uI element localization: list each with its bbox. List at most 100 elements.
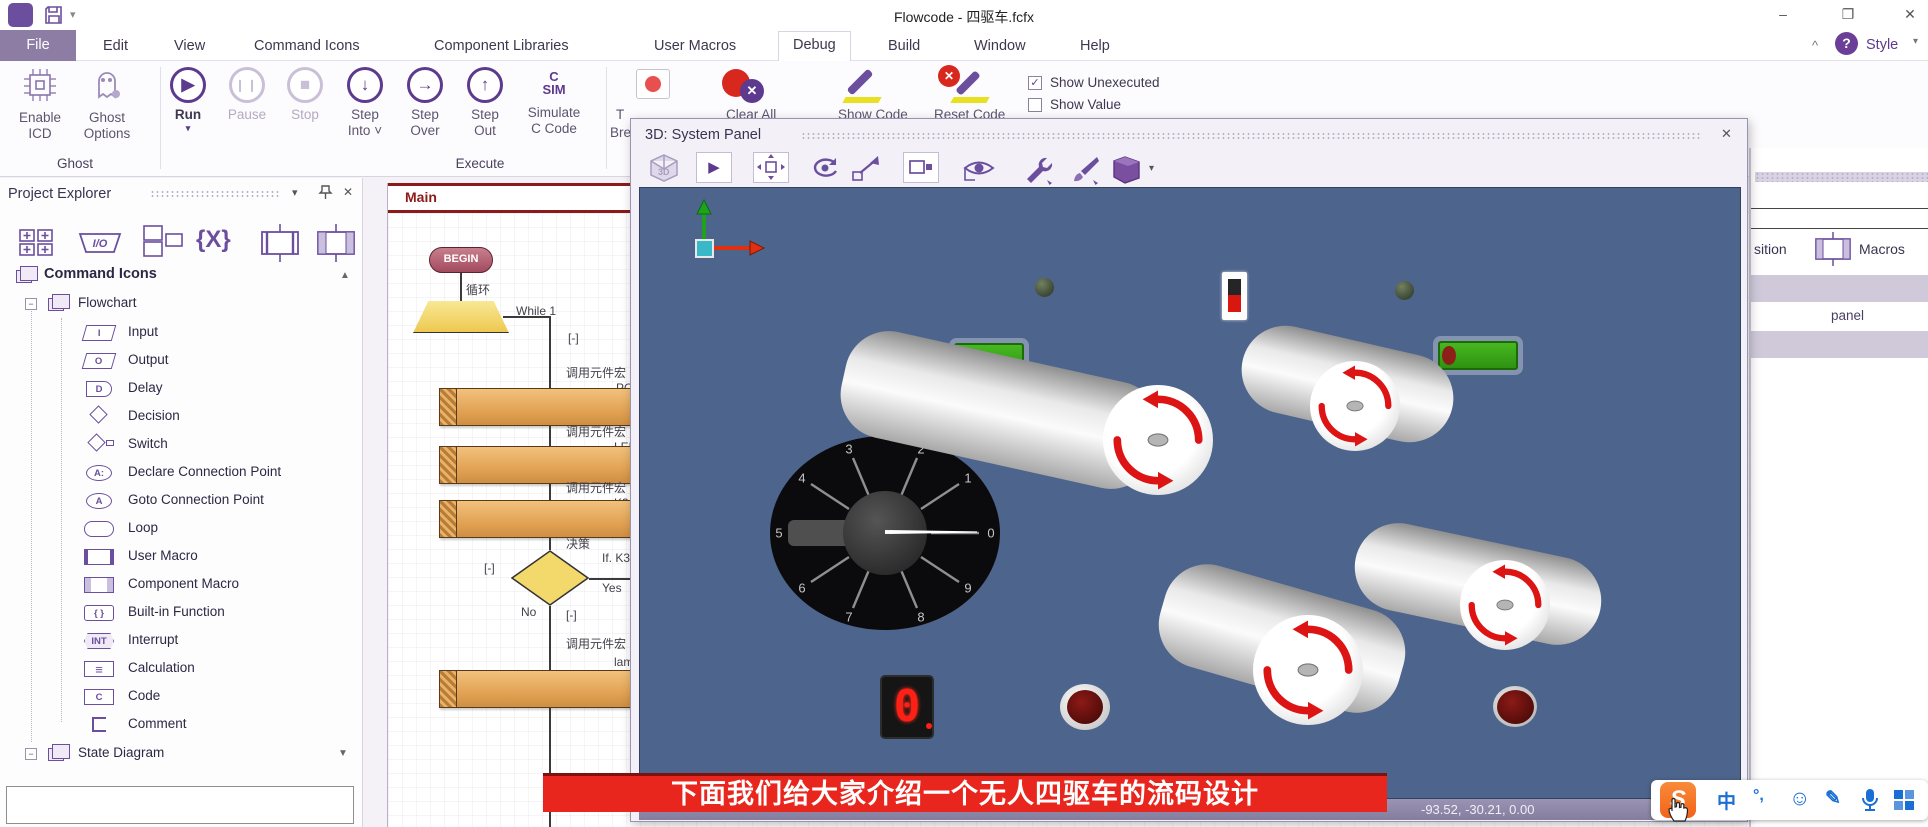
loop-node[interactable]	[413, 301, 509, 333]
windows-icon[interactable]	[140, 222, 188, 262]
menu-command-icons[interactable]: Command Icons	[248, 35, 366, 57]
component-macro-node[interactable]	[439, 670, 659, 708]
user-macro-icon[interactable]	[256, 224, 304, 262]
menu-component-libraries[interactable]: Component Libraries	[428, 35, 575, 57]
show-code-button[interactable]	[842, 65, 898, 105]
close-button[interactable]: ✕	[1897, 4, 1923, 24]
toggle-breakpoint-button[interactable]	[636, 69, 670, 99]
pause-button[interactable]: ❙❙ Pause	[218, 67, 276, 123]
eye-icon[interactable]	[961, 154, 999, 184]
ime-toolbox-icon[interactable]	[1893, 789, 1915, 811]
show-value-checkbox[interactable]	[1028, 98, 1042, 112]
pin-icon[interactable]	[318, 184, 333, 200]
macro-row[interactable]	[1751, 331, 1928, 358]
tree-item-loop[interactable]: Loop	[128, 520, 158, 535]
tree-item-user-macro[interactable]: User Macro	[128, 548, 198, 563]
variables-icon[interactable]: {X}	[196, 226, 231, 254]
clear-all-breakpoints-button[interactable]: ✕	[722, 65, 782, 105]
tree-group-state-diagram[interactable]: State Diagram	[78, 745, 164, 760]
menu-view[interactable]: View	[168, 35, 211, 57]
right-panel-header[interactable]	[1755, 172, 1928, 182]
collapse-toggle[interactable]: [-]	[566, 608, 577, 622]
macro-row[interactable]	[1751, 275, 1928, 302]
menu-build[interactable]: Build	[882, 35, 926, 57]
macro-row-panel[interactable]: panel	[1831, 308, 1864, 323]
tree-item-delay[interactable]: Delay	[128, 380, 163, 395]
3d-panel-drag-handle[interactable]	[801, 132, 1701, 140]
collapse-ribbon-chevron-icon[interactable]: ^	[1812, 38, 1818, 53]
led-component[interactable]	[1035, 278, 1054, 297]
move-mode-button[interactable]	[753, 152, 789, 183]
help-icon[interactable]: ?	[1835, 32, 1858, 55]
tree-item-output[interactable]: Output	[128, 352, 169, 367]
motor-component[interactable]	[1103, 385, 1213, 495]
show-unexecuted-checkbox[interactable]: ✓	[1028, 76, 1042, 90]
pan-mode-button[interactable]	[903, 152, 939, 183]
style-caret-icon[interactable]: ▾	[1913, 36, 1918, 47]
ime-punctuation-icon[interactable]: °,	[1753, 787, 1764, 805]
rotate-icon[interactable]	[807, 154, 843, 184]
minimize-button[interactable]: –	[1770, 4, 1796, 24]
component-macro-node[interactable]	[439, 388, 659, 426]
enable-icd-button[interactable]: EnableICD	[8, 67, 72, 142]
style-button[interactable]: Style	[1866, 37, 1898, 53]
resize-icon[interactable]	[849, 154, 885, 184]
reset-code-button[interactable]: ✕	[938, 65, 998, 105]
expander-flowchart[interactable]: −	[25, 298, 37, 310]
menu-file[interactable]: File	[0, 30, 76, 61]
run-button[interactable]: ▶ Run ▾	[162, 67, 214, 134]
seven-segment-display[interactable]: 0	[880, 675, 934, 739]
step-out-button[interactable]: ↑ StepOut	[456, 67, 514, 139]
menu-help[interactable]: Help	[1074, 35, 1116, 57]
scroll-up-icon[interactable]: ▲	[340, 270, 350, 281]
begin-node[interactable]: BEGIN	[429, 247, 493, 273]
panel-close-icon[interactable]: ✕	[343, 185, 353, 199]
collapse-toggle[interactable]: [-]	[484, 561, 495, 575]
simulate-c-code-button[interactable]: CSIM SimulateC Code	[514, 67, 594, 137]
tree-item-component-macro[interactable]: Component Macro	[128, 576, 239, 591]
tree-item-interrupt[interactable]: Interrupt	[128, 632, 178, 647]
decision-node[interactable]	[511, 550, 589, 606]
component-macro-icon[interactable]	[312, 224, 360, 262]
wheel-component[interactable]	[1493, 686, 1537, 727]
ghost-options-button[interactable]: GhostOptions	[74, 67, 140, 142]
tree-item-input[interactable]: Input	[128, 324, 158, 339]
tree-item-declare-connection-point[interactable]: Declare Connection Point	[128, 464, 281, 479]
expander-state-diagram[interactable]: −	[25, 748, 37, 760]
motor-component[interactable]	[1460, 560, 1550, 650]
panel-dropdown-icon[interactable]: ▾	[292, 186, 298, 199]
tab-main[interactable]: Main ✕	[396, 186, 456, 210]
stop-button[interactable]: ■ Stop	[280, 67, 330, 123]
scroll-down-icon[interactable]: ▼	[338, 748, 348, 759]
menu-debug[interactable]: Debug	[778, 31, 851, 61]
wrench-icon[interactable]	[1021, 154, 1059, 186]
tree-group-flowchart[interactable]: Flowchart	[78, 295, 137, 310]
toggle-switch-component[interactable]	[1222, 272, 1247, 320]
tree-item-comment[interactable]: Comment	[128, 716, 187, 731]
tree-item-switch[interactable]: Switch	[128, 436, 168, 451]
ime-mic-icon[interactable]	[1859, 787, 1881, 813]
3d-cube-icon[interactable]: 3D	[647, 153, 681, 183]
led-component[interactable]	[1395, 281, 1414, 300]
materials-cube-icon[interactable]	[1109, 154, 1147, 186]
tree-item-decision[interactable]: Decision	[128, 408, 180, 423]
tree-item-code[interactable]: Code	[128, 688, 160, 703]
ime-lang-icon[interactable]: 中	[1717, 787, 1736, 814]
ime-pencil-icon[interactable]: ✎	[1825, 787, 1841, 810]
ime-emoji-icon[interactable]: ☺	[1789, 787, 1810, 811]
step-over-button[interactable]: → StepOver	[396, 67, 454, 139]
menu-edit[interactable]: Edit	[97, 35, 134, 57]
wheel-component[interactable]	[1060, 684, 1110, 730]
tree-item-builtin-function[interactable]: Built-in Function	[128, 604, 225, 619]
collapse-toggle[interactable]: [-]	[568, 331, 579, 345]
io-icon[interactable]: I/O	[72, 228, 128, 258]
motor-component[interactable]	[1253, 615, 1363, 725]
component-macro-node[interactable]	[439, 500, 659, 538]
menu-user-macros[interactable]: User Macros	[648, 35, 742, 57]
brush-icon[interactable]	[1067, 154, 1105, 186]
rotary-dial-component[interactable]: 0 1 2 3 4 5 6 7 8 9	[770, 436, 1000, 630]
step-into-button[interactable]: ↓ StepInto ˅	[336, 67, 394, 139]
3d-panel-close-icon[interactable]: ✕	[1721, 126, 1732, 142]
grid-icons-icon[interactable]	[16, 224, 60, 260]
panel-drag-handle[interactable]	[150, 190, 280, 198]
